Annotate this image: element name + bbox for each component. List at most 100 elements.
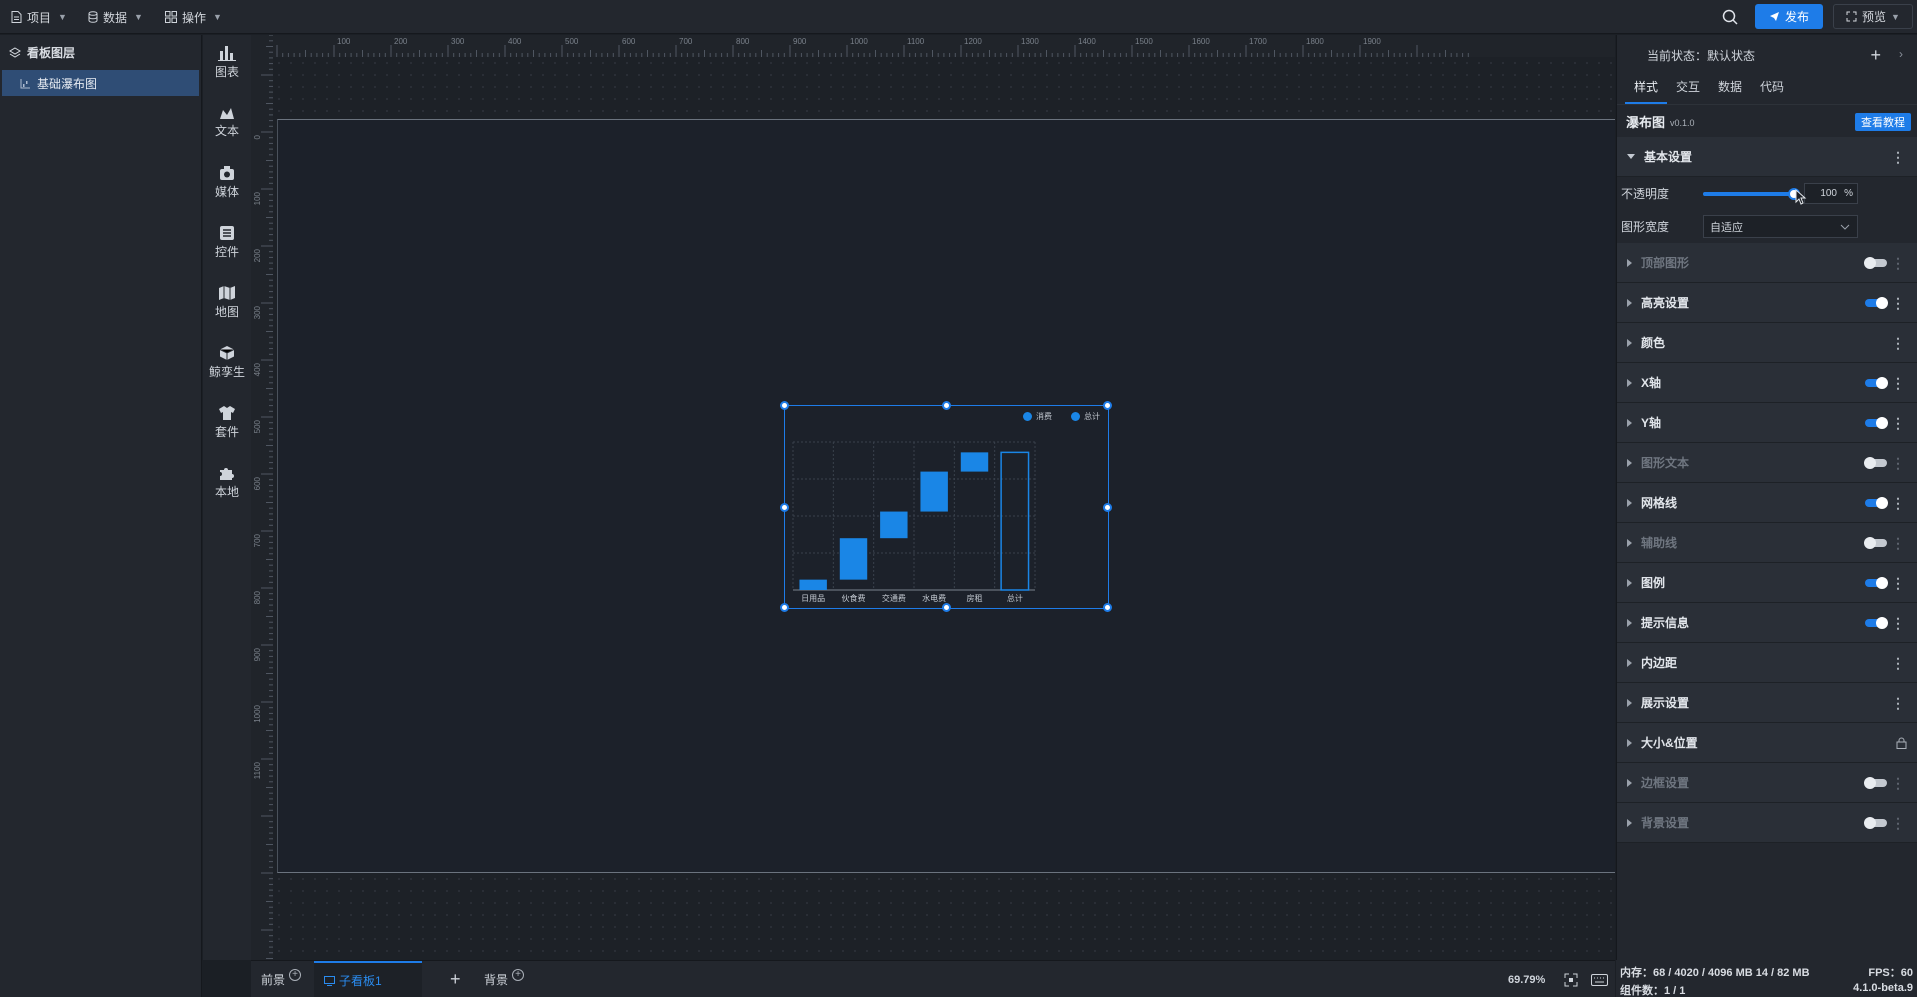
tab-code[interactable]: 代码 [1751, 78, 1793, 104]
section-toggle[interactable] [1865, 296, 1888, 309]
resize-handle-se[interactable] [1103, 603, 1112, 612]
tab-style[interactable]: 样式 [1625, 78, 1668, 104]
triangle-right-icon [1627, 458, 1632, 467]
resize-handle-nw[interactable] [780, 401, 789, 410]
graph-width-select[interactable]: 自适应 [1703, 215, 1858, 238]
tab-sub-board[interactable]: 子看板1 [314, 961, 422, 997]
tab-background[interactable]: 背景 + [484, 961, 525, 997]
section-label: Y轴 [1641, 416, 1662, 430]
section-row[interactable]: 边框设置 ⋮ [1617, 763, 1917, 803]
more-icon[interactable]: ⋮ [1891, 816, 1905, 830]
publish-button[interactable]: 发布 [1755, 4, 1823, 29]
resize-handle-sw[interactable] [780, 603, 789, 612]
section-row[interactable]: 背景设置 ⋮ [1617, 803, 1917, 843]
more-icon[interactable]: ⋮ [1891, 496, 1905, 510]
tab-interaction[interactable]: 交互 [1667, 78, 1709, 104]
search-icon[interactable] [1722, 9, 1738, 25]
section-row[interactable]: 颜色 ⋮ [1617, 323, 1917, 363]
waterfall-chart-component[interactable]: 消费 总计 日用品 伙食费 交通费 水电费 房租 总计 [780, 401, 1112, 612]
toggle-knob [1876, 576, 1888, 589]
preview-button[interactable]: 预览 ▼ [1833, 4, 1913, 29]
section-toggle[interactable] [1865, 376, 1888, 389]
section-row[interactable]: X轴 ⋮ [1617, 363, 1917, 403]
zoom-value: 69.79% [1508, 973, 1546, 986]
section-row[interactable]: 高亮设置 ⋮ [1617, 283, 1917, 323]
section-toggle[interactable] [1865, 616, 1888, 629]
operation-menu[interactable]: 操作 ▼ [165, 0, 222, 34]
data-menu[interactable]: 数据 ▼ [88, 0, 143, 34]
section-row[interactable]: Y轴 ⋮ [1617, 403, 1917, 443]
tool-twin[interactable]: 鲸孪生 [203, 337, 251, 387]
tool-text[interactable]: 文本 [203, 97, 251, 147]
add-board-button[interactable]: + [450, 961, 461, 997]
section-row[interactable]: 图形文本 ⋮ [1617, 443, 1917, 483]
tool-local[interactable]: 本地 [203, 457, 251, 507]
resize-handle-ne[interactable] [1103, 401, 1112, 410]
more-icon[interactable]: ⋮ [1891, 376, 1905, 390]
section-row[interactable]: 内边距 ⋮ [1617, 643, 1917, 683]
more-icon[interactable]: ⋮ [1891, 296, 1905, 310]
keyboard-icon[interactable] [1591, 974, 1608, 986]
tab-data[interactable]: 数据 [1709, 78, 1751, 104]
horizontal-ruler[interactable]: 100 200 300 400 500 600 700 800 900 1000 1100 1200 1… [255, 35, 1615, 57]
more-icon[interactable]: ⋮ [1891, 416, 1905, 430]
section-row[interactable]: 网格线 ⋮ [1617, 483, 1917, 523]
section-toggle[interactable] [1865, 496, 1888, 509]
tool-kit[interactable]: 套件 [203, 397, 251, 447]
fit-screen-icon[interactable] [1564, 973, 1578, 987]
more-icon[interactable]: ⋮ [1891, 656, 1905, 670]
section-row[interactable]: 图例 ⋮ [1617, 563, 1917, 603]
resize-handle-n[interactable] [942, 401, 951, 410]
section-row[interactable]: 展示设置 ⋮ [1617, 683, 1917, 723]
tool-media[interactable]: 媒体 [203, 157, 251, 207]
layer-item[interactable]: 基础瀑布图 [2, 70, 199, 96]
section-toggle[interactable] [1864, 776, 1887, 789]
control-icon [220, 225, 234, 240]
section-row[interactable]: 大小&位置 [1617, 723, 1917, 763]
add-circle-icon[interactable]: + [289, 968, 302, 981]
section-label: 辅助线 [1641, 536, 1678, 550]
more-icon[interactable]: ⋮ [1891, 536, 1905, 550]
section-toggle[interactable] [1864, 256, 1887, 269]
section-label: 图例 [1641, 576, 1666, 590]
ruler-tick-label: 1000 [253, 704, 262, 722]
tool-control[interactable]: 控件 [203, 217, 251, 267]
resize-handle-e[interactable] [1103, 503, 1112, 512]
vertical-ruler[interactable]: 0 100 200 300 400 500 600 700 800 900 1000 1100 [251, 35, 273, 960]
ruler-tick-label: 1900 [1363, 37, 1381, 46]
more-icon[interactable]: ⋮ [1891, 456, 1905, 470]
resize-handle-s[interactable] [942, 603, 951, 612]
more-icon[interactable]: ⋮ [1891, 576, 1905, 590]
add-state-icon[interactable]: + [1870, 45, 1881, 66]
lock-icon[interactable] [1896, 737, 1907, 749]
project-menu[interactable]: 项目 ▼ [11, 0, 67, 34]
triangle-right-icon [1627, 538, 1632, 547]
more-icon[interactable]: ⋮ [1891, 696, 1905, 710]
section-toggle[interactable] [1865, 576, 1888, 589]
more-icon[interactable]: ⋮ [1891, 616, 1905, 630]
ruler-tick-label: 300 [451, 37, 465, 46]
section-row[interactable]: 顶部图形 ⋮ [1617, 243, 1917, 283]
more-icon[interactable]: ⋮ [1891, 256, 1905, 270]
opacity-input[interactable]: 100 % [1804, 183, 1858, 204]
settings-sections: 顶部图形 ⋮ 高亮设置 ⋮ 颜色 ⋮ X轴 ⋮ Y轴 ⋮ 图形文本 ⋮ 网格线 ⋮ 辅助线 ⋮ 图例 ⋮ 提示信息 ⋮… [1617, 243, 1917, 843]
opacity-slider[interactable] [1703, 188, 1800, 200]
section-toggle[interactable] [1864, 456, 1887, 469]
zoom-level[interactable]: 69.79% [1508, 961, 1545, 997]
section-row[interactable]: 辅助线 ⋮ [1617, 523, 1917, 563]
more-icon[interactable]: ⋮ [1891, 776, 1905, 790]
chevron-right-icon[interactable]: › [1899, 47, 1903, 61]
more-icon[interactable]: ⋮ [1891, 150, 1905, 164]
tab-foreground[interactable]: 前景 + [261, 961, 302, 997]
resize-handle-w[interactable] [780, 503, 789, 512]
section-toggle[interactable] [1864, 536, 1887, 549]
more-icon[interactable]: ⋮ [1891, 336, 1905, 350]
section-toggle[interactable] [1865, 416, 1888, 429]
section-basic-settings[interactable]: 基本设置 ⋮ [1617, 137, 1917, 177]
add-circle-icon[interactable]: + [512, 968, 525, 981]
tutorial-button[interactable]: 查看教程 [1855, 113, 1911, 131]
section-toggle[interactable] [1864, 816, 1887, 829]
tool-chart[interactable]: 图表 [203, 37, 251, 87]
tool-map[interactable]: 地图 [203, 277, 251, 327]
section-row[interactable]: 提示信息 ⋮ [1617, 603, 1917, 643]
